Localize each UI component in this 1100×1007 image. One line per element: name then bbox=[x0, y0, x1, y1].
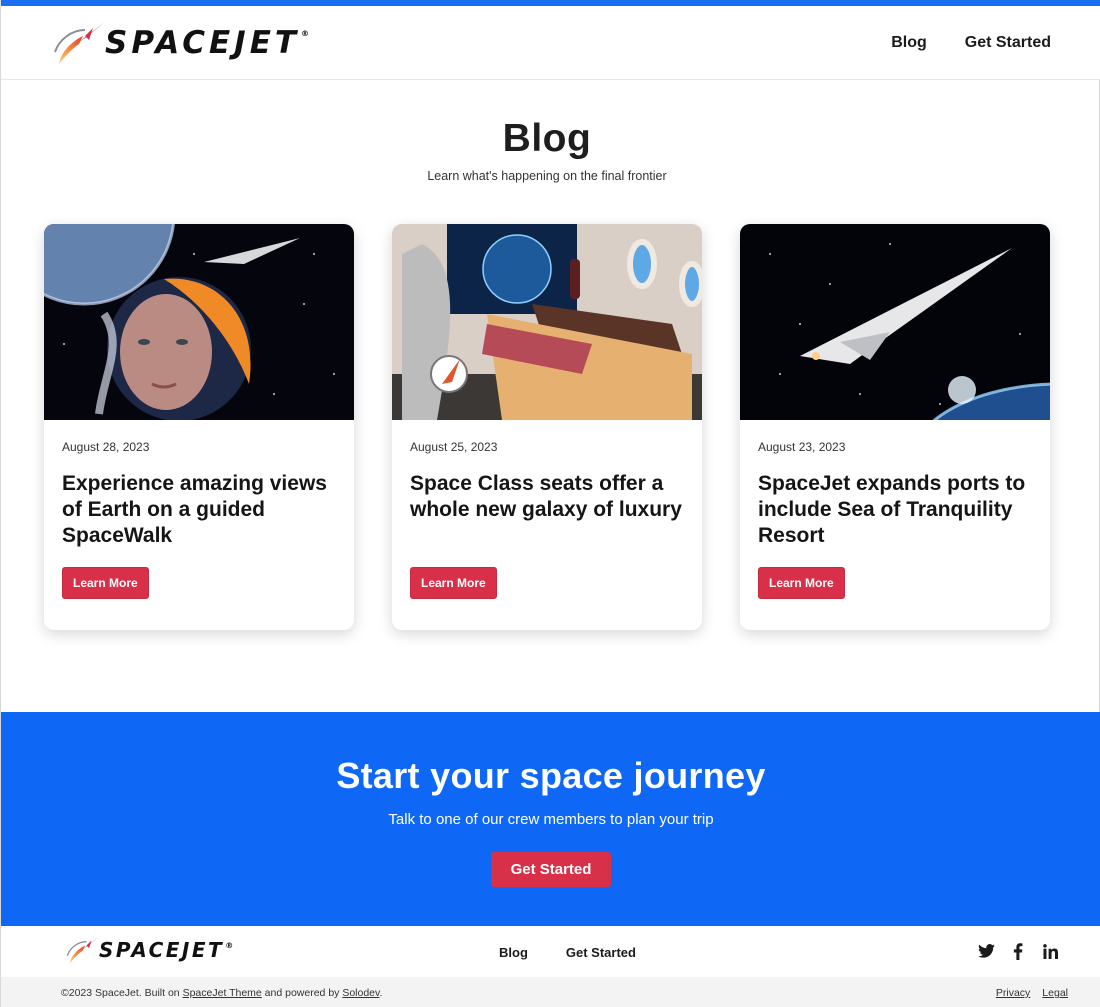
spacejet-theme-link[interactable]: SpaceJet Theme bbox=[183, 987, 262, 999]
page-title: Blog bbox=[502, 117, 592, 160]
spacejet-in-orbit-image bbox=[740, 224, 1050, 420]
blog-intro: Blog Learn what's happening on the final… bbox=[1, 116, 1093, 183]
post-title[interactable]: SpaceJet expands ports to include Sea of… bbox=[758, 471, 1032, 551]
site-footer: SPACEJET® Blog Get Started ©2023 SpaceJe… bbox=[1, 926, 1100, 1007]
facebook-icon[interactable] bbox=[1009, 942, 1027, 960]
rocket-logo-icon bbox=[66, 936, 100, 964]
site-header: SPACEJET® Blog Get Started bbox=[1, 6, 1100, 80]
post-date: August 23, 2023 bbox=[758, 440, 846, 454]
footer-logo-wordmark: SPACEJET® bbox=[99, 938, 236, 962]
footer-link-get-started[interactable]: Get Started bbox=[566, 945, 636, 960]
rocket-logo-icon bbox=[54, 22, 105, 64]
logo-wordmark: SPACEJET® bbox=[105, 24, 314, 61]
learn-more-button[interactable]: Learn More bbox=[62, 567, 149, 599]
blog-card-list: August 28, 2023 Experience amazing views… bbox=[44, 224, 1050, 630]
footer-nav: Blog Get Started bbox=[499, 945, 636, 960]
linkedin-icon[interactable] bbox=[1041, 942, 1059, 960]
post-title[interactable]: Experience amazing views of Earth on a g… bbox=[62, 471, 336, 551]
learn-more-button[interactable]: Learn More bbox=[758, 567, 845, 599]
legal-bar: ©2023 SpaceJet. Built on SpaceJet Theme … bbox=[1, 977, 1100, 1007]
blog-card[interactable]: August 28, 2023 Experience amazing views… bbox=[44, 224, 354, 630]
blog-card[interactable]: August 23, 2023 SpaceJet expands ports t… bbox=[740, 224, 1050, 630]
twitter-icon[interactable] bbox=[977, 942, 995, 960]
cabin-seat-image bbox=[392, 224, 702, 420]
site-logo[interactable]: SPACEJET® bbox=[49, 16, 313, 70]
nav-link-get-started[interactable]: Get Started bbox=[965, 34, 1051, 52]
get-started-button[interactable]: Get Started bbox=[490, 852, 612, 888]
copyright-text: ©2023 SpaceJet. Built on SpaceJet Theme … bbox=[61, 987, 383, 999]
privacy-link[interactable]: Privacy bbox=[996, 987, 1030, 999]
cta-subtitle: Talk to one of our crew members to plan … bbox=[388, 811, 714, 829]
learn-more-button[interactable]: Learn More bbox=[410, 567, 497, 599]
legal-link[interactable]: Legal bbox=[1042, 987, 1068, 999]
page-subtitle: Learn what's happening on the final fron… bbox=[427, 168, 667, 183]
legal-links: Privacy Legal bbox=[996, 987, 1068, 999]
post-date: August 28, 2023 bbox=[62, 440, 150, 454]
blog-card[interactable]: August 25, 2023 Space Class seats offer … bbox=[392, 224, 702, 630]
cta-banner: Start your space journey Talk to one of … bbox=[1, 712, 1100, 926]
post-title[interactable]: Space Class seats offer a whole new gala… bbox=[410, 471, 684, 551]
post-date: August 25, 2023 bbox=[410, 440, 498, 454]
astronaut-helmet-image bbox=[44, 224, 354, 420]
nav-link-blog[interactable]: Blog bbox=[891, 34, 927, 52]
solodev-link[interactable]: Solodev bbox=[342, 987, 379, 999]
cta-title: Start your space journey bbox=[336, 755, 766, 796]
main-nav: Blog Get Started bbox=[891, 34, 1051, 52]
footer-logo[interactable]: SPACEJET® bbox=[63, 934, 236, 966]
footer-link-blog[interactable]: Blog bbox=[499, 945, 528, 960]
social-links bbox=[977, 942, 1059, 960]
